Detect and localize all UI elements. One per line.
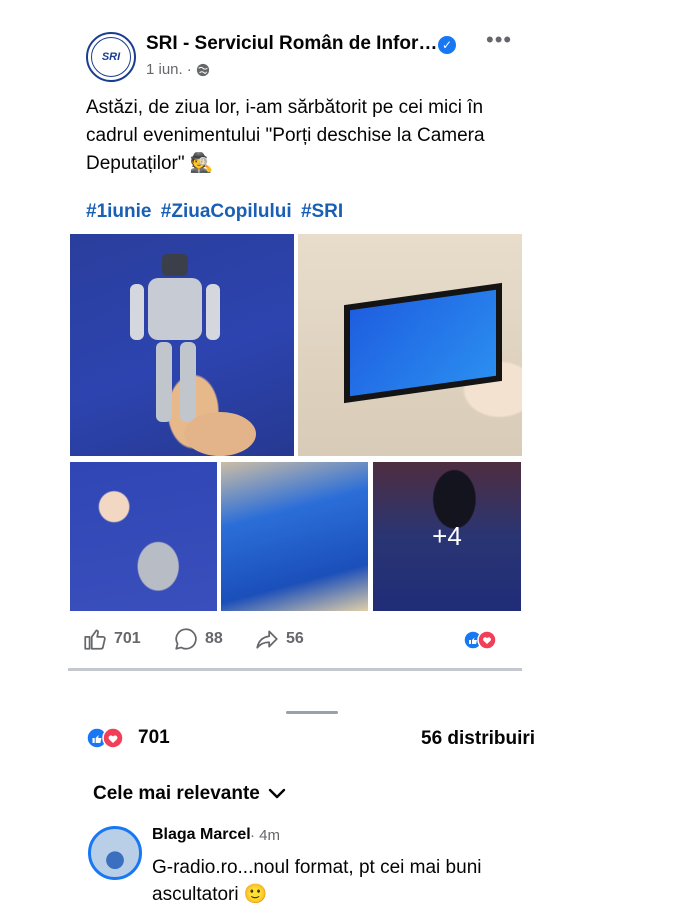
share-icon bbox=[256, 630, 278, 649]
page-avatar[interactable]: SRI bbox=[86, 32, 136, 82]
comment-button[interactable]: 88 bbox=[173, 626, 223, 652]
photo-children-robot[interactable] bbox=[70, 462, 217, 611]
sort-label: Cele mai relevante bbox=[93, 783, 260, 804]
shares-summary[interactable]: 56 distribuiri bbox=[421, 728, 535, 750]
reactions-mini-icon[interactable] bbox=[463, 630, 507, 650]
comment-item: Blaga Marcel · 4m G-radio.ro...noul form… bbox=[88, 822, 558, 918]
post-text: Astăzi, de ziua lor, i-am sărbătorit pe … bbox=[86, 97, 485, 174]
more-photos-overlay: +4 bbox=[373, 462, 521, 611]
comment-icon bbox=[175, 628, 197, 650]
post-meta: 1 iun. · bbox=[146, 61, 210, 78]
post-divider bbox=[68, 668, 522, 671]
thumbs-up-icon bbox=[84, 629, 106, 650]
hashtag-row: #1iunie #ZiuaCopilului #SRI bbox=[86, 201, 347, 223]
sheet-grab-handle[interactable] bbox=[286, 711, 338, 714]
comment-count: 88 bbox=[205, 630, 223, 647]
avatar-text: SRI bbox=[101, 51, 121, 63]
verified-badge-icon: ✓ bbox=[438, 36, 456, 54]
post-date[interactable]: 1 iun. bbox=[146, 61, 183, 78]
like-button[interactable]: 701 bbox=[82, 626, 141, 652]
meta-separator: · bbox=[186, 61, 192, 78]
share-button[interactable]: 56 bbox=[254, 626, 304, 652]
sri-logo: SRI bbox=[91, 37, 131, 77]
like-count: 701 bbox=[114, 630, 141, 647]
photo-more[interactable]: +4 bbox=[373, 462, 521, 611]
comment-author[interactable]: Blaga Marcel bbox=[152, 826, 251, 844]
photo-touch-table[interactable] bbox=[298, 234, 522, 456]
comment-time: · 4m bbox=[250, 827, 280, 844]
photo-robot[interactable] bbox=[70, 234, 294, 456]
touch-table-screen bbox=[350, 289, 496, 397]
reactions-count: 701 bbox=[138, 727, 170, 748]
more-photos-count: +4 bbox=[432, 521, 462, 551]
touch-table bbox=[344, 282, 502, 404]
comments-sort-dropdown[interactable]: Cele mai relevante bbox=[93, 783, 286, 805]
like-love-icon bbox=[86, 727, 124, 749]
photo-interactive-table[interactable] bbox=[221, 462, 368, 611]
page-name[interactable]: SRI - Serviciul Român de Infor… bbox=[146, 33, 437, 55]
share-count: 56 bbox=[286, 630, 304, 647]
comment-text: G-radio.ro...noul format, pt cei mai bun… bbox=[152, 857, 482, 905]
hashtag-link[interactable]: #ZiuaCopilului bbox=[161, 201, 292, 222]
commenter-avatar[interactable] bbox=[88, 826, 142, 880]
hashtag-link[interactable]: #1iunie bbox=[86, 201, 151, 222]
chevron-down-icon bbox=[268, 788, 286, 799]
globe-icon bbox=[196, 63, 209, 76]
robot-illustration bbox=[130, 254, 256, 456]
more-options-icon[interactable]: ••• bbox=[486, 29, 514, 54]
action-bar: 701 88 56 bbox=[80, 622, 510, 658]
post-header: SRI SRI - Serviciul Român de Infor… ✓ 1 … bbox=[86, 29, 526, 82]
hashtag-link[interactable]: #SRI bbox=[301, 201, 343, 222]
reactions-summary[interactable]: 701 bbox=[86, 726, 170, 750]
